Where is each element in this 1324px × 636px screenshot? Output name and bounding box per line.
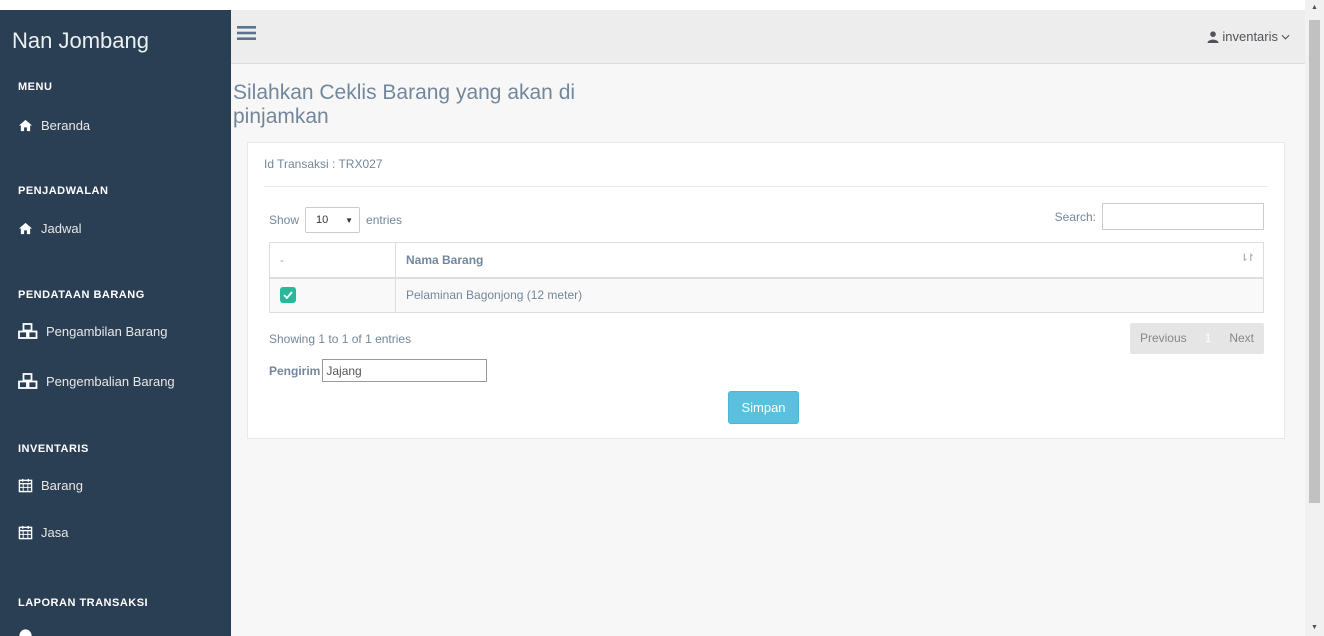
- sidebar-item-barang[interactable]: Barang: [18, 478, 83, 493]
- section-title-penjadwalan: PENJADWALAN: [18, 185, 109, 197]
- pengirim-label: Pengirim: [269, 363, 321, 378]
- calendar-icon: [18, 478, 33, 493]
- sidebar-item-label: Pengembalian Barang: [46, 373, 175, 389]
- page-title: Silahkan Ceklis Barang yang akan di pinj…: [233, 81, 576, 128]
- sidebar-item-beranda[interactable]: Beranda: [18, 118, 90, 133]
- sidebar-item-label: Jadwal: [41, 221, 82, 236]
- next-button[interactable]: Next: [1219, 323, 1264, 354]
- top-navbar: inventaris: [231, 10, 1305, 64]
- sidebar: Nan Jombang MENU Beranda PENJADWALAN Jad…: [0, 10, 231, 636]
- scroll-down-icon[interactable]: ▼: [1305, 624, 1324, 631]
- simpan-button[interactable]: Simpan: [728, 391, 799, 424]
- home-icon: [19, 222, 32, 235]
- page-scrollbar[interactable]: ▲ ▼: [1305, 0, 1324, 636]
- section-title-laporan-transaksi: LAPORAN TRANSAKSI: [18, 597, 149, 609]
- divider: [264, 186, 1268, 187]
- sidebar-item-label: Barang: [41, 478, 83, 493]
- column-header-nama-barang[interactable]: Nama Barang ⇂↾: [395, 242, 1264, 279]
- sidebar-item-label: Jasa: [41, 525, 69, 540]
- sidebar-item-jasa[interactable]: Jasa: [18, 525, 68, 540]
- search-label: Search:: [1054, 209, 1096, 224]
- cubes-icon: [18, 373, 38, 389]
- items-table: - Nama Barang ⇂↾ Pelaminan Bagonjong (12…: [269, 242, 1264, 313]
- transaction-id: Id Transaksi : TRX027: [264, 157, 383, 171]
- previous-button[interactable]: Previous: [1130, 323, 1197, 354]
- search-control: Search:: [1055, 203, 1264, 230]
- menu-toggle-icon[interactable]: [237, 24, 257, 47]
- page-length-control: Show 10 ▼ entries: [269, 207, 402, 233]
- table-header-row: - Nama Barang ⇂↾: [269, 242, 1264, 279]
- pengirim-field-group: Pengirim: [269, 359, 488, 382]
- entries-label: entries: [366, 213, 403, 227]
- user-name: inventaris: [1222, 29, 1278, 44]
- calendar-icon: [18, 525, 33, 540]
- section-title-menu: MENU: [18, 81, 53, 93]
- table-cell-nama-barang: Pelaminan Bagonjong (12 meter): [395, 277, 1264, 313]
- brand-title[interactable]: Nan Jombang: [12, 28, 149, 54]
- sidebar-item-pengembalian-barang[interactable]: Pengembalian Barang: [18, 373, 175, 389]
- checkmark-icon: [283, 291, 293, 300]
- transaction-panel: Id Transaksi : TRX027 Show 10 ▼ entries …: [247, 142, 1285, 439]
- sidebar-item-laporan-partial[interactable]: [18, 628, 41, 636]
- table-info: Showing 1 to 1 of 1 entries: [269, 332, 412, 346]
- column-header-select[interactable]: -: [269, 242, 396, 279]
- section-title-pendataan-barang: PENDATAAN BARANG: [18, 289, 145, 301]
- caret-down-icon: ▼: [345, 215, 354, 225]
- chevron-down-icon: [1281, 34, 1290, 40]
- sidebar-item-label: Beranda: [41, 118, 91, 133]
- pagination: Previous 1 Next: [1129, 323, 1264, 354]
- sort-icon: ⇂↾: [1240, 252, 1255, 264]
- page-length-select[interactable]: 10 ▼: [305, 207, 361, 233]
- cubes-icon: [18, 323, 38, 339]
- user-icon: [1207, 30, 1219, 43]
- report-icon: [19, 629, 32, 636]
- pengirim-input[interactable]: [322, 359, 488, 382]
- page-length-value: 10: [316, 214, 329, 226]
- column-header-label: Nama Barang: [406, 252, 484, 267]
- item-checkbox[interactable]: [280, 287, 296, 304]
- sidebar-item-label: Pengambilan Barang: [46, 323, 168, 339]
- main-content: Silahkan Ceklis Barang yang akan di pinj…: [231, 64, 1305, 636]
- show-label: Show: [269, 213, 300, 227]
- scroll-up-icon[interactable]: ▲: [1305, 4, 1324, 11]
- page-number-button[interactable]: 1: [1197, 323, 1220, 354]
- sidebar-item-pengambilan-barang[interactable]: Pengambilan Barang: [18, 323, 167, 339]
- table-cell-checkbox: [269, 277, 396, 313]
- section-title-inventaris: INVENTARIS: [18, 443, 89, 455]
- scroll-thumb[interactable]: [1309, 20, 1320, 503]
- table-row: Pelaminan Bagonjong (12 meter): [269, 277, 1264, 313]
- search-input[interactable]: [1102, 203, 1264, 230]
- home-icon: [19, 119, 32, 132]
- sidebar-item-jadwal[interactable]: Jadwal: [18, 221, 81, 236]
- user-menu[interactable]: inventaris: [1207, 29, 1293, 44]
